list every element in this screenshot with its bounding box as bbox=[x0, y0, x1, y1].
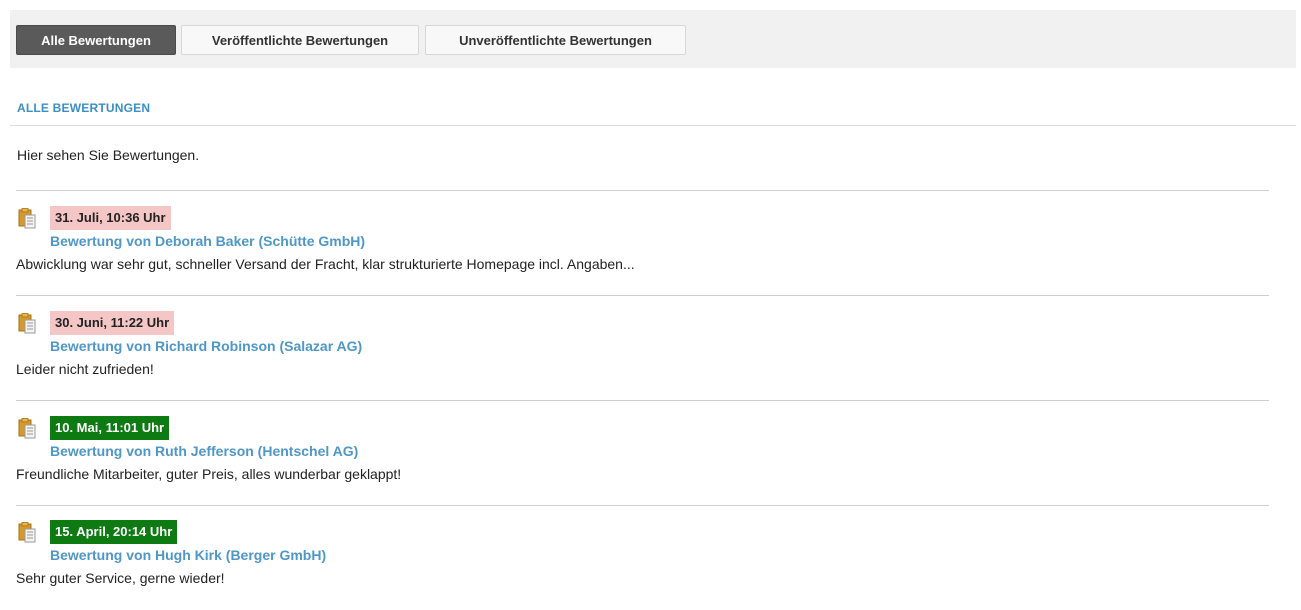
tab-all-reviews[interactable]: Alle Bewertungen bbox=[16, 25, 176, 55]
divider bbox=[16, 505, 1269, 506]
divider bbox=[16, 400, 1269, 401]
review-date-badge: 15. April, 20:14 Uhr bbox=[50, 520, 178, 544]
section-divider bbox=[10, 125, 1296, 126]
review-date-badge: 31. Juli, 10:36 Uhr bbox=[50, 206, 171, 230]
review-title-link[interactable]: Bewertung von Deborah Baker (Schütte Gmb… bbox=[50, 233, 365, 249]
filter-tab-bar: Alle Bewertungen Veröffentlichte Bewertu… bbox=[10, 10, 1296, 68]
review-title-link[interactable]: Bewertung von Hugh Kirk (Berger GmbH) bbox=[50, 547, 326, 563]
clipboard-icon bbox=[18, 313, 36, 334]
intro-text: Hier sehen Sie Bewertungen. bbox=[17, 147, 200, 163]
review-date-badge: 10. Mai, 11:01 Uhr bbox=[50, 416, 170, 440]
review-date-badge: 30. Juni, 11:22 Uhr bbox=[50, 311, 175, 335]
review-excerpt: Leider nicht zufrieden! bbox=[16, 361, 154, 377]
review-item: 31. Juli, 10:36 Uhr Bewertung von Debora… bbox=[16, 206, 1269, 296]
review-excerpt: Abwicklung war sehr gut, schneller Versa… bbox=[16, 256, 635, 272]
clipboard-icon bbox=[18, 522, 36, 543]
divider bbox=[16, 295, 1269, 296]
review-item: 30. Juni, 11:22 Uhr Bewertung von Richar… bbox=[16, 311, 1269, 401]
review-title-link[interactable]: Bewertung von Richard Robinson (Salazar … bbox=[50, 338, 362, 354]
divider bbox=[16, 190, 1269, 191]
clipboard-icon bbox=[18, 208, 36, 229]
review-title-link[interactable]: Bewertung von Ruth Jefferson (Hentschel … bbox=[50, 443, 358, 459]
review-excerpt: Freundliche Mitarbeiter, guter Preis, al… bbox=[16, 466, 402, 482]
clipboard-icon bbox=[18, 418, 36, 439]
tab-published-reviews[interactable]: Veröffentlichte Bewertungen bbox=[181, 25, 419, 55]
review-excerpt: Sehr guter Service, gerne wieder! bbox=[16, 570, 225, 586]
review-item: 10. Mai, 11:01 Uhr Bewertung von Ruth Je… bbox=[16, 416, 1269, 506]
tab-unpublished-reviews[interactable]: Unveröffentlichte Bewertungen bbox=[425, 25, 686, 55]
section-title: ALLE BEWERTUNGEN bbox=[17, 101, 151, 115]
review-item: 15. April, 20:14 Uhr Bewertung von Hugh … bbox=[16, 520, 1269, 610]
